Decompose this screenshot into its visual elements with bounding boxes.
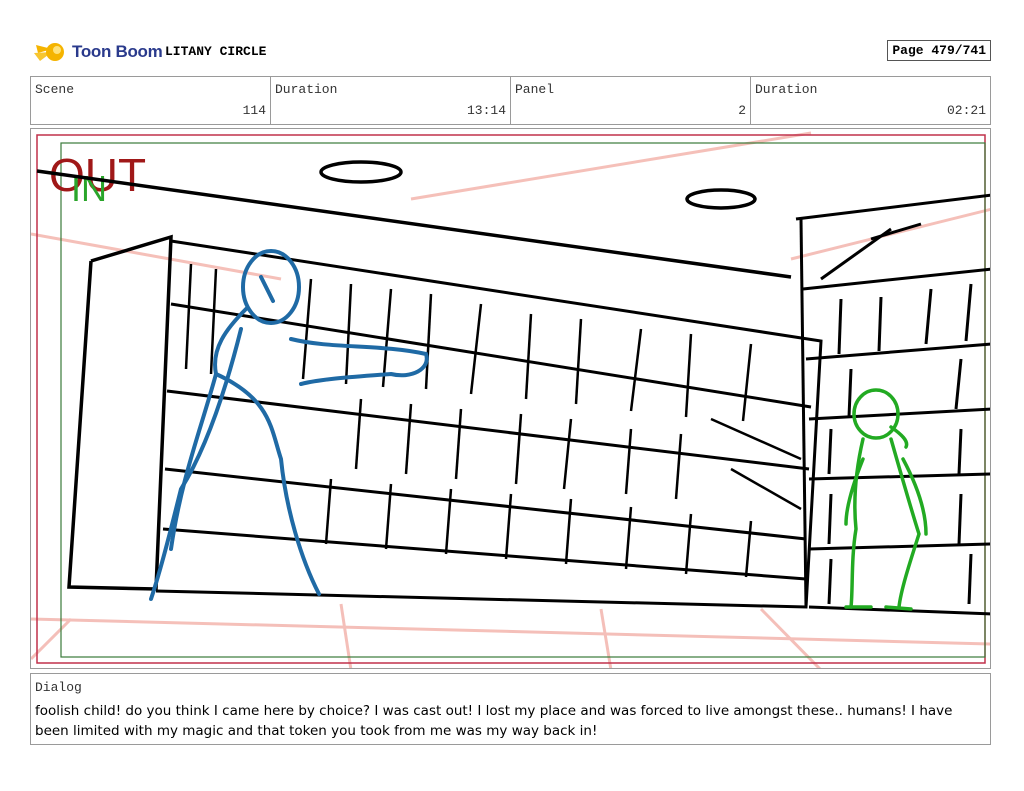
toon-boom-logo-icon xyxy=(34,43,64,61)
dialog-label: Dialog xyxy=(35,680,82,695)
dialog-box: Dialog foolish child! do you think I cam… xyxy=(30,673,991,745)
in-frame xyxy=(60,142,986,658)
in-label: IN xyxy=(71,168,107,209)
right-bookshelf xyxy=(795,193,990,616)
page-number: Page 479/741 xyxy=(887,40,991,61)
dialog-text: foolish child! do you think I came here … xyxy=(35,703,953,739)
storyboard-sketch: OUT IN xyxy=(31,131,990,668)
panel-value: 2 xyxy=(738,103,746,118)
ceiling xyxy=(36,160,792,279)
green-figure xyxy=(844,388,928,611)
toon-boom-logo: Toon Boom xyxy=(34,36,163,68)
logo-text: Toon Boom xyxy=(72,42,163,61)
scene-value: 114 xyxy=(242,103,266,118)
project-title: LITANY CIRCLE xyxy=(165,44,267,59)
scene-duration-label: Duration xyxy=(275,82,338,97)
panel-duration-cell: Duration 02:21 xyxy=(751,77,990,124)
panel-cell: Panel 2 xyxy=(511,77,751,124)
book-strokes xyxy=(184,263,802,578)
scene-duration-value: 13:14 xyxy=(466,103,506,118)
storyboard-panel: OUT IN xyxy=(30,128,991,669)
panel-duration-value: 02:21 xyxy=(946,103,986,118)
panel-info-row: Scene 114 Duration 13:14 Panel 2 Duratio… xyxy=(30,76,991,125)
panel-duration-label: Duration xyxy=(755,82,818,97)
panel-label: Panel xyxy=(515,82,555,97)
scene-duration-cell: Duration 13:14 xyxy=(271,77,511,124)
left-shelf-end xyxy=(67,234,173,591)
scene-cell: Scene 114 xyxy=(31,77,271,124)
scene-label: Scene xyxy=(35,82,75,97)
